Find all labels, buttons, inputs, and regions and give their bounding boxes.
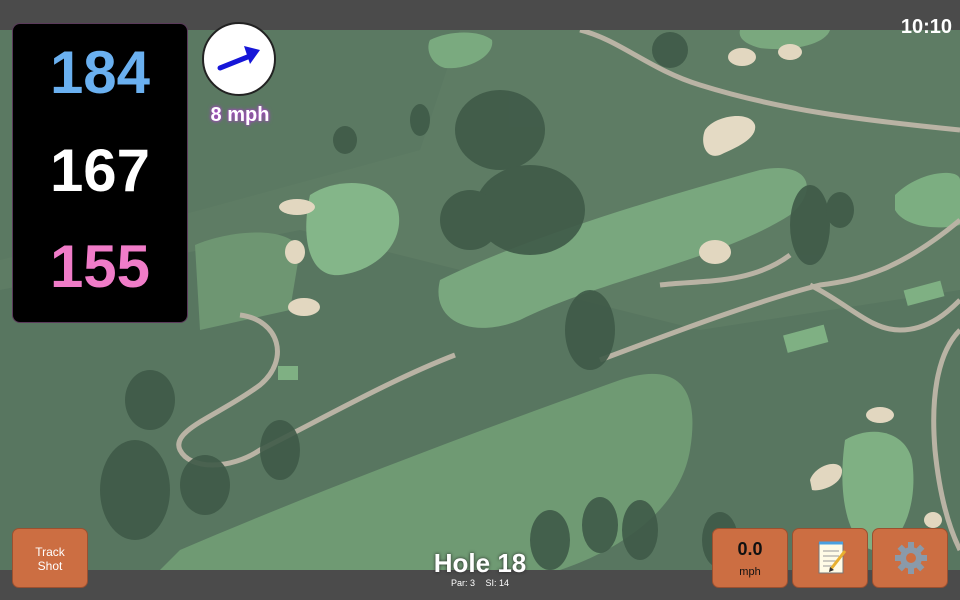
hole-info: Par: 3 SI: 14 bbox=[380, 578, 580, 588]
speed-button[interactable]: 0.0 mph bbox=[712, 528, 788, 588]
distance-middle: 167 bbox=[49, 137, 151, 204]
track-shot-button[interactable]: Track Shot bbox=[12, 528, 88, 588]
settings-button[interactable] bbox=[872, 528, 948, 588]
wind-speed: 8 mph bbox=[210, 104, 270, 126]
par-label: Par: 3 bbox=[450, 578, 475, 588]
distance-back: 184 bbox=[49, 39, 151, 106]
speed-value: 0.0 bbox=[737, 539, 763, 559]
gear-icon bbox=[895, 542, 927, 574]
notepad-icon bbox=[818, 541, 847, 574]
hole-title: Hole 18 bbox=[433, 548, 527, 578]
clock: 10:10 bbox=[900, 16, 952, 38]
distance-panel: 184 167 155 bbox=[12, 23, 188, 323]
notes-button[interactable] bbox=[792, 528, 868, 588]
track-shot-label-line1: Track bbox=[35, 545, 65, 559]
track-shot-label-line2: Shot bbox=[37, 559, 63, 573]
stroke-index-label: SI: 14 bbox=[485, 578, 510, 588]
distance-front: 155 bbox=[49, 233, 151, 300]
wind-arrow-icon bbox=[217, 46, 260, 71]
wind-indicator bbox=[202, 22, 276, 96]
speed-unit: mph bbox=[739, 566, 761, 578]
